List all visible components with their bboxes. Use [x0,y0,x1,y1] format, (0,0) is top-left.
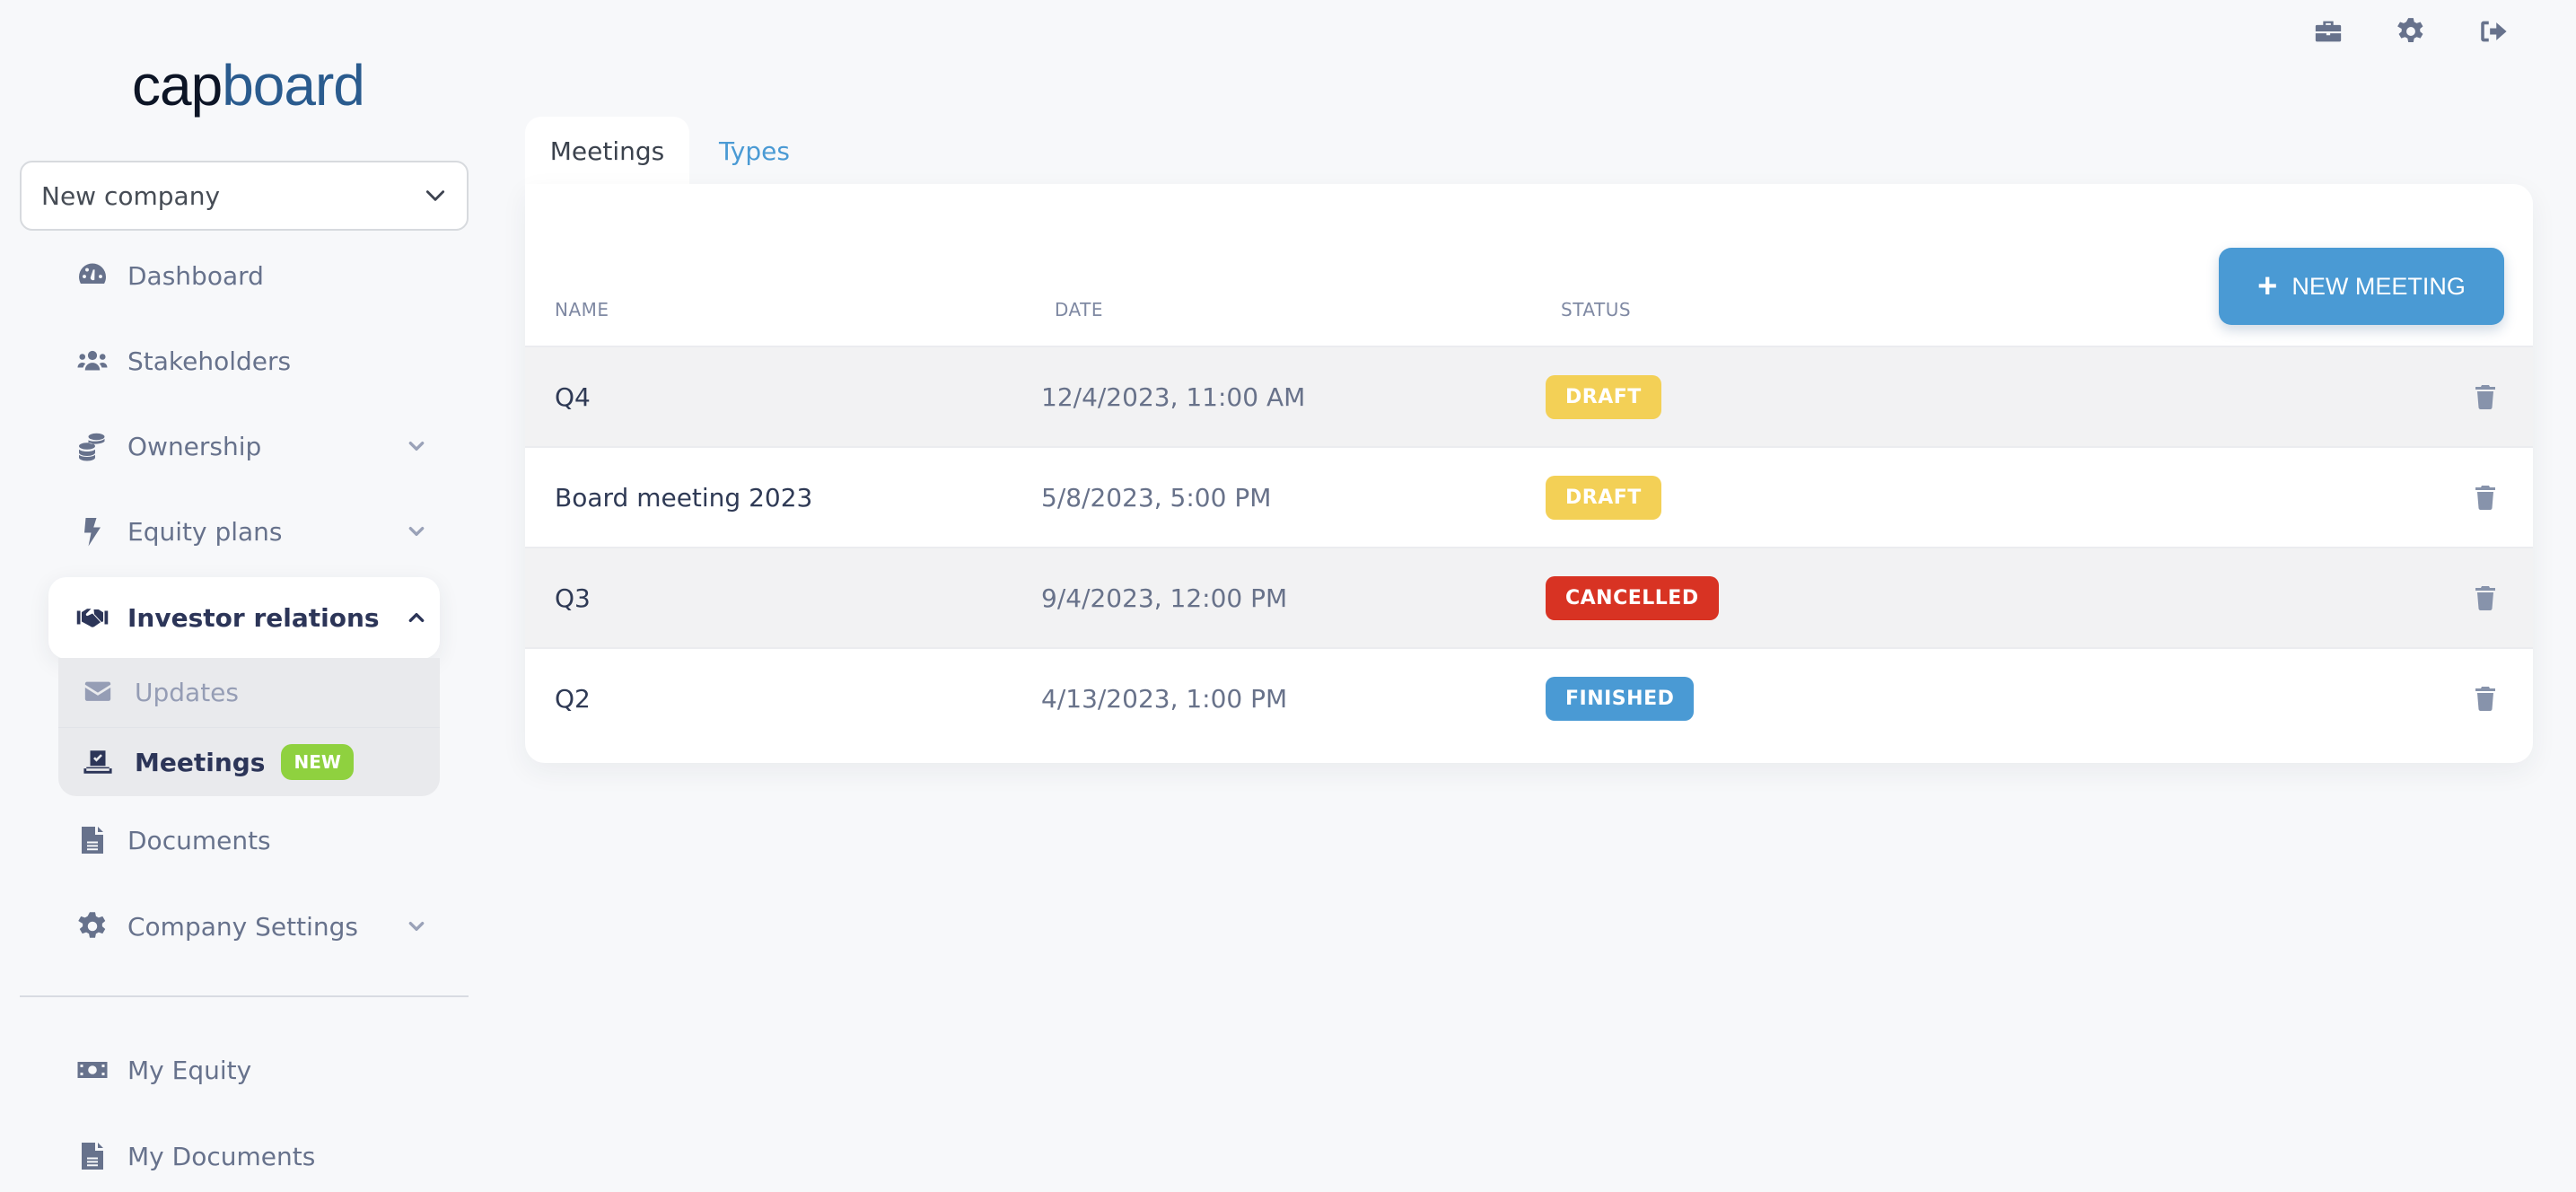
sidebar-item-label: My Documents [127,1141,316,1171]
gear-icon [78,912,106,938]
sidebar-item-company-settings[interactable]: Company Settings [75,899,425,953]
tab-types[interactable]: Types [719,117,790,185]
briefcase-icon [2315,21,2342,42]
sign-out-icon [2481,21,2507,42]
chevron-down-icon [408,441,425,451]
company-select-value: New company [41,180,221,211]
new-badge: NEW [281,744,354,780]
users-icon [77,350,108,371]
plus-icon: + [2257,267,2278,305]
capboard-logo[interactable]: capboard [132,52,365,118]
new-meeting-label: NEW MEETING [2291,272,2466,300]
trash-icon [2475,385,2495,409]
table-row[interactable]: Q2 4/13/2023, 1:00 PM FINISHED [525,647,2533,748]
delete-button[interactable] [2475,686,2496,711]
meeting-date: 9/4/2023, 12:00 PM [1041,583,1288,613]
trash-icon [2475,486,2495,510]
meeting-name[interactable]: Q4 [555,382,591,412]
chevron-down-icon [408,921,425,931]
meeting-name[interactable]: Q2 [555,684,591,714]
sidebar-item-label: Documents [127,825,271,855]
sidebar-item-ownership[interactable]: Ownership [75,419,425,473]
delete-button[interactable] [2475,485,2496,510]
new-meeting-button[interactable]: + NEW MEETING [2219,248,2504,325]
meeting-name[interactable]: Board meeting 2023 [555,483,812,513]
logout-button[interactable] [2477,16,2508,47]
bolt-icon [84,518,101,547]
column-header-status: STATUS [1561,299,1632,320]
sidebar-item-label: Stakeholders [127,346,292,376]
tab-meetings[interactable]: Meetings [525,117,689,185]
column-header-date: DATE [1055,299,1104,320]
submenu-item-label: Updates [135,677,239,707]
sidebar-item-equity-plans[interactable]: Equity plans [75,504,425,558]
chevron-up-icon [408,612,425,622]
sidebar-item-label: Ownership [127,431,262,461]
sidebar-item-label: My Equity [127,1055,252,1085]
sidebar-item-label: Company Settings [127,911,358,942]
submenu-item-label: Meetings [135,747,266,777]
trash-icon [2475,586,2495,610]
gauge-icon [79,263,107,284]
handshake-icon [76,609,109,627]
meeting-name[interactable]: Q3 [555,583,591,613]
sidebar-item-my-documents[interactable]: My Documents [75,1129,425,1183]
status-badge: DRAFT [1546,475,1661,520]
file-icon [82,827,103,854]
sidebar-item-my-equity[interactable]: My Equity [75,1043,425,1097]
sidebar-item-investor-relations[interactable]: Investor relations [75,591,425,644]
company-select[interactable]: New company [20,161,469,231]
settings-button[interactable] [2396,16,2426,47]
status-badge: CANCELLED [1546,575,1719,620]
gear-icon [2397,18,2423,43]
table-row[interactable]: Board meeting 2023 5/8/2023, 5:00 PM DRAFT [525,446,2533,547]
submenu-divider [58,727,440,728]
vote-icon [83,750,112,774]
meeting-date: 4/13/2023, 1:00 PM [1041,683,1288,714]
sidebar-item-label: Dashboard [127,260,264,291]
coins-icon [79,433,105,461]
status-badge: FINISHED [1546,676,1695,721]
column-header-name: NAME [555,299,609,320]
logo-text-board: board [222,53,365,118]
delete-button[interactable] [2475,384,2496,409]
briefcase-button[interactable] [2313,16,2344,47]
chevron-down-icon [408,526,425,536]
trash-icon [2475,687,2495,711]
sidebar-item-label: Equity plans [127,516,283,547]
sidebar-item-stakeholders[interactable]: Stakeholders [75,334,425,388]
table-row[interactable]: Q4 12/4/2023, 11:00 AM DRAFT [525,346,2533,446]
envelope-icon [84,681,111,701]
sidebar-divider [20,995,469,997]
delete-button[interactable] [2475,585,2496,610]
meeting-date: 12/4/2023, 11:00 AM [1041,381,1306,412]
sidebar-item-label: Investor relations [127,602,380,633]
status-badge: DRAFT [1546,374,1661,419]
meetings-table-card: NAME DATE STATUS + NEW MEETING Q4 12/4/20… [525,184,2533,763]
meeting-date: 5/8/2023, 5:00 PM [1041,482,1272,513]
chevron-down-icon [425,190,445,201]
file-icon [82,1143,103,1170]
sidebar-item-dashboard[interactable]: Dashboard [75,249,425,302]
submenu-item-updates[interactable]: Updates [83,670,239,714]
logo-text-cap: cap [132,53,223,118]
sidebar-item-documents[interactable]: Documents [75,813,425,867]
submenu-item-meetings[interactable]: Meetings NEW [83,740,354,784]
table-row[interactable]: Q3 9/4/2023, 12:00 PM CANCELLED [525,547,2533,647]
money-bill-icon [77,1062,108,1078]
